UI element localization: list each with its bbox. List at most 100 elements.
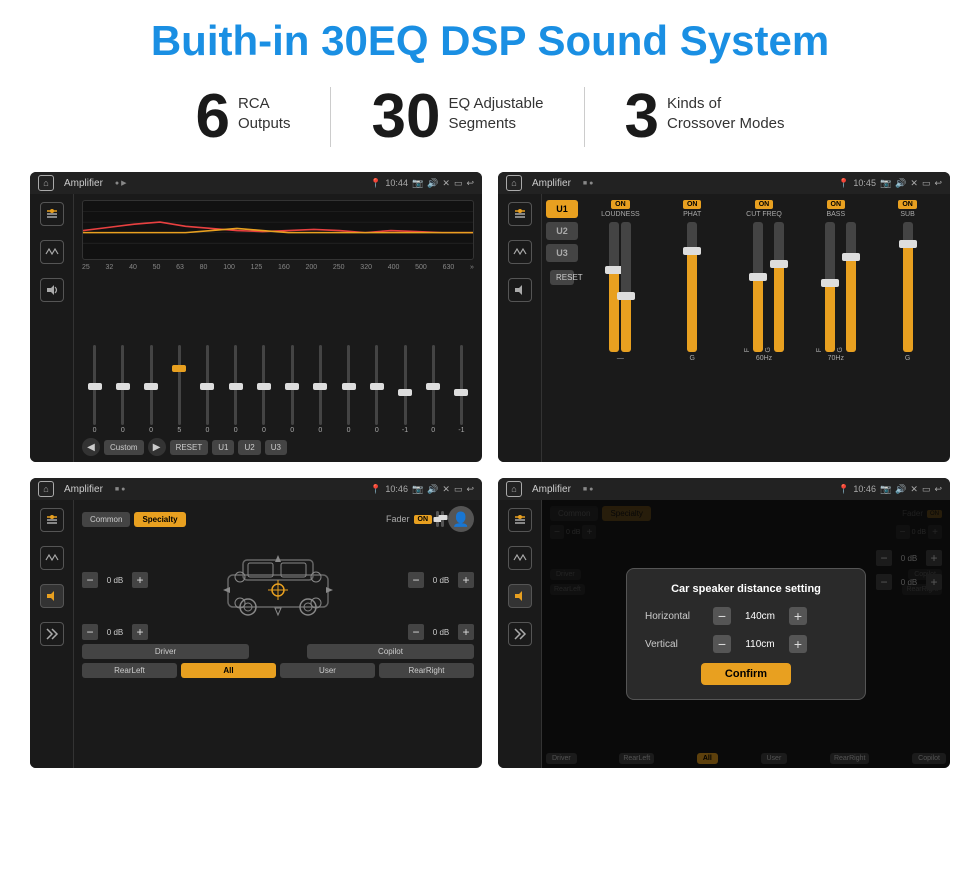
eq-wave-icon[interactable]: [40, 240, 64, 264]
bottom-left-plus[interactable]: +: [132, 624, 148, 640]
dialog-tune-icon[interactable]: [508, 508, 532, 532]
fader-wave-icon[interactable]: [40, 546, 64, 570]
cross-u-buttons: U1 U2 U3 RESET: [542, 194, 582, 462]
cross-wave-icon[interactable]: [508, 240, 532, 264]
dialog-home-icon[interactable]: ⌂: [506, 481, 522, 497]
dialog-speaker-icon[interactable]: [508, 584, 532, 608]
speaker-btns-row1: Driver Copilot: [82, 644, 474, 659]
dialog-vertical-plus[interactable]: +: [789, 635, 807, 653]
slider-1[interactable]: 0: [82, 345, 107, 434]
dialog-bg-area: Common Specialty Fader ON − 0 dB +: [542, 500, 950, 768]
eq-u1-btn[interactable]: U1: [212, 440, 234, 455]
bottom-right-db: − 0 dB +: [408, 624, 474, 640]
home-icon[interactable]: ⌂: [38, 175, 54, 191]
fader-status-bar: ⌂ Amplifier ■ ● 📍10:46 📷🔊✕▭↩: [30, 478, 482, 500]
speaker-layout: − 0 dB +: [82, 540, 474, 762]
driver-btn[interactable]: Driver: [82, 644, 249, 659]
loudness-label: LOUDNESS: [601, 211, 640, 218]
eq-main: 25 32 40 50 63 80 100 125 160 200 250 32…: [74, 194, 482, 462]
rca-text: RCA Outputs: [238, 86, 291, 133]
eq-line2: Segments: [448, 114, 543, 134]
fader-sidebar: [30, 500, 74, 768]
cross-vol-icon[interactable]: [508, 278, 532, 302]
fader-speaker-icon[interactable]: [40, 584, 64, 608]
dialog-horizontal-minus[interactable]: −: [713, 607, 731, 625]
dialog-box: Car speaker distance setting Horizontal …: [626, 568, 866, 700]
cross-tune-icon[interactable]: [508, 202, 532, 226]
eq-prev-btn[interactable]: ◀: [82, 438, 100, 456]
phat-on: ON: [683, 200, 702, 209]
rearleft-btn[interactable]: RearLeft: [82, 663, 177, 678]
dialog-confirm-button[interactable]: Confirm: [701, 663, 791, 685]
cross-u1-btn[interactable]: U1: [546, 200, 578, 218]
fader-top-row: Common Specialty Fader ON 👤: [82, 506, 474, 532]
fader-time: 10:46: [385, 484, 408, 494]
bottom-left-minus[interactable]: −: [82, 624, 98, 640]
cross-home-icon[interactable]: ⌂: [506, 175, 522, 191]
rca-line2: Outputs: [238, 114, 291, 134]
eq-sliders: 0 0 0 5: [82, 275, 474, 434]
cross-u2-btn[interactable]: U2: [546, 222, 578, 240]
fader-expand-icon[interactable]: [40, 622, 64, 646]
crossover-number: 3: [625, 86, 659, 148]
dialog-screen: ⌂ Amplifier ■ ● 📍10:46 📷🔊✕▭↩: [498, 478, 950, 768]
cutfreq-on: ON: [755, 200, 774, 209]
dialog-expand-icon[interactable]: [508, 622, 532, 646]
eq-number: 30: [371, 86, 440, 148]
fader-tune-icon[interactable]: [40, 508, 64, 532]
fader-tab-specialty[interactable]: Specialty: [134, 512, 185, 527]
bottom-right-val: 0 dB: [427, 628, 455, 637]
dialog-sidebar: [498, 500, 542, 768]
all-btn[interactable]: All: [181, 663, 276, 678]
fader-tab-common[interactable]: Common: [82, 512, 130, 527]
user-btn[interactable]: User: [280, 663, 375, 678]
eq-content: 25 32 40 50 63 80 100 125 160 200 250 32…: [30, 194, 482, 462]
dialog-horizontal-plus[interactable]: +: [789, 607, 807, 625]
dialog-horizontal-value: 140cm: [735, 611, 785, 622]
top-left-minus[interactable]: −: [82, 572, 98, 588]
bass-on: ON: [827, 200, 846, 209]
eq-vol-icon[interactable]: [40, 278, 64, 302]
bass-col: ON BASS F G 70Hz: [801, 200, 870, 456]
dialog-vertical-minus[interactable]: −: [713, 635, 731, 653]
rca-line1: RCA: [238, 94, 291, 114]
fader-row-right: Fader ON 👤: [386, 506, 474, 532]
cutfreq-label: CUT FREQ: [746, 211, 782, 218]
fader-main: Common Specialty Fader ON 👤: [74, 500, 482, 768]
top-left-plus[interactable]: +: [132, 572, 148, 588]
dialog-wave-icon[interactable]: [508, 546, 532, 570]
crossover-screen: ⌂ Amplifier ■ ● 📍10:45 📷🔊✕▭↩: [498, 172, 950, 462]
screens-grid: ⌂ Amplifier ● ▶ 📍10:44 📷🔊✕▭↩: [30, 172, 950, 768]
bottom-right-minus[interactable]: −: [408, 624, 424, 640]
eq-reset-btn[interactable]: RESET: [170, 440, 209, 455]
fader-screen-title: Amplifier: [64, 484, 103, 495]
dialog-horizontal-label: Horizontal: [645, 611, 705, 622]
top-left-db: − 0 dB +: [82, 572, 148, 588]
dialog-horizontal-control: − 140cm +: [713, 607, 807, 625]
eq-tune-icon[interactable]: [40, 202, 64, 226]
cross-controls: ON LOUDNESS — ON PHAT: [582, 194, 950, 462]
top-right-plus[interactable]: +: [458, 572, 474, 588]
bottom-right-plus[interactable]: +: [458, 624, 474, 640]
cross-reset-btn[interactable]: RESET: [550, 270, 574, 285]
cross-u3-btn[interactable]: U3: [546, 244, 578, 262]
fader-content: Common Specialty Fader ON 👤: [30, 500, 482, 768]
eq-custom-btn[interactable]: Custom: [104, 440, 144, 455]
eq-next-btn[interactable]: ▶: [148, 438, 166, 456]
fader-home-icon[interactable]: ⌂: [38, 481, 54, 497]
copilot-btn[interactable]: Copilot: [307, 644, 474, 659]
eq-u3-btn[interactable]: U3: [265, 440, 287, 455]
eq-u2-btn[interactable]: U2: [238, 440, 260, 455]
cross-sidebar: [498, 194, 542, 462]
top-right-minus[interactable]: −: [408, 572, 424, 588]
sub-label: SUB: [900, 211, 914, 218]
features-row: 6 RCA Outputs 30 EQ Adjustable Segments …: [30, 86, 950, 148]
fader-label: Fader: [386, 514, 410, 524]
eq-time: 10:44: [385, 178, 408, 188]
page-wrapper: Buith-in 30EQ DSP Sound System 6 RCA Out…: [0, 0, 980, 788]
sub-on: ON: [898, 200, 917, 209]
eq-status-icons: 📍10:44 📷🔊✕▭↩: [370, 178, 474, 189]
speaker-btns-row2: RearLeft All User RearRight: [82, 663, 474, 678]
rearright-btn[interactable]: RearRight: [379, 663, 474, 678]
dialog-status-bar: ⌂ Amplifier ■ ● 📍10:46 📷🔊✕▭↩: [498, 478, 950, 500]
